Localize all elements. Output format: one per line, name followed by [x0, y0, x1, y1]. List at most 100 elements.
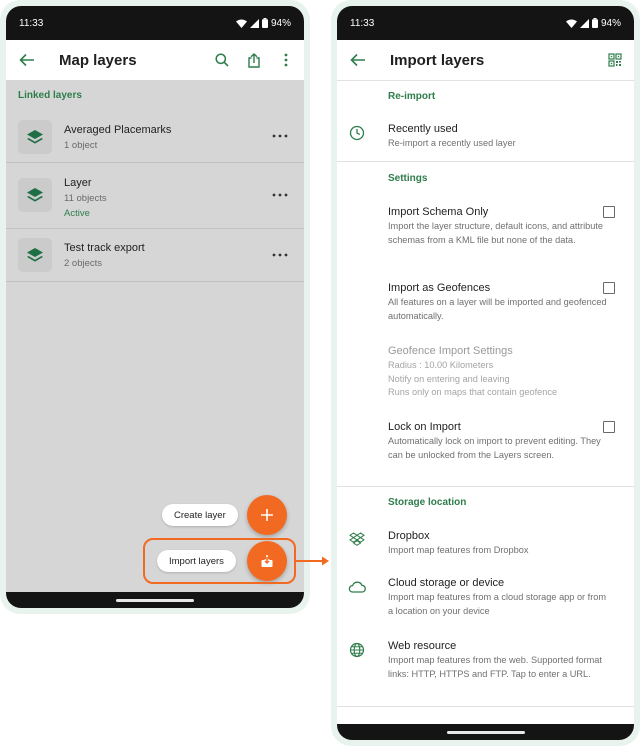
- top-app-bar: Map layers: [6, 40, 304, 80]
- more-vertical-icon: [284, 53, 288, 67]
- plus-icon: [261, 509, 273, 521]
- dropbox-item[interactable]: Dropbox Import map features from Dropbox: [388, 530, 610, 558]
- import-geofences-desc: All features on a layer will be imported…: [388, 297, 607, 321]
- page-title: Map layers: [59, 51, 137, 69]
- web-resource-item[interactable]: Web resource Import map features from th…: [388, 640, 610, 681]
- arrow-left-icon: [19, 53, 34, 67]
- recently-used-title: Recently used: [388, 123, 458, 135]
- layer-more-button[interactable]: [268, 245, 292, 265]
- layer-more-button[interactable]: [268, 126, 292, 146]
- dropbox-title: Dropbox: [388, 530, 430, 542]
- share-button[interactable]: [238, 40, 270, 80]
- battery-icon: [591, 18, 598, 28]
- dropbox-icon: [347, 529, 367, 549]
- signal-icon: [579, 18, 589, 28]
- battery-percent: 94%: [600, 17, 621, 29]
- more-horizontal-icon: [272, 253, 288, 257]
- import-geofences-checkbox[interactable]: [603, 282, 615, 294]
- status-bar: 11:33 94%: [337, 6, 634, 40]
- recently-used-item[interactable]: Recently used Re-import a recently used …: [388, 123, 610, 151]
- geofence-radius: Radius : 10.00 Kilometers: [388, 360, 494, 370]
- clock-icon: [347, 123, 367, 143]
- layer-row[interactable]: Layer 11 objects Active: [6, 163, 304, 229]
- import-geofences-item[interactable]: Import as Geofences All features on a la…: [388, 282, 610, 323]
- geofence-settings-item: Geofence Import Settings Radius : 10.00 …: [388, 345, 610, 400]
- search-icon: [215, 53, 229, 67]
- system-nav-bar: [337, 724, 634, 740]
- import-layers-highlight: [143, 538, 296, 584]
- geofence-settings-title: Geofence Import Settings: [388, 345, 513, 357]
- page-title: Import layers: [390, 51, 485, 69]
- section-reimport: Re-import: [388, 91, 436, 102]
- layer-active-status: Active: [64, 208, 90, 219]
- back-button[interactable]: [7, 40, 47, 80]
- share-icon: [248, 52, 260, 68]
- import-schema-desc: Import the layer structure, default icon…: [388, 221, 603, 245]
- wifi-icon: [565, 19, 577, 28]
- more-horizontal-icon: [272, 134, 288, 138]
- web-resource-title: Web resource: [388, 640, 457, 652]
- import-layers-screen: 11:33 94% Import layers Re-import Recent…: [337, 6, 634, 740]
- lock-import-checkbox[interactable]: [603, 421, 615, 433]
- search-button[interactable]: [206, 40, 238, 80]
- divider: [337, 486, 634, 487]
- create-layer-fab[interactable]: [247, 495, 287, 535]
- right-phone-frame: 11:33 94% Import layers Re-import Recent…: [331, 0, 640, 746]
- lock-import-item[interactable]: Lock on Import Automatically lock on imp…: [388, 421, 610, 462]
- map-layers-screen: 11:33 94% Map layers Linked layers Avera…: [6, 6, 304, 608]
- qr-code-icon: [608, 53, 622, 67]
- layers-icon: [18, 178, 52, 212]
- cloud-storage-item[interactable]: Cloud storage or device Import map featu…: [388, 577, 610, 618]
- status-bar: 11:33 94%: [6, 6, 304, 40]
- import-schema-title: Import Schema Only: [388, 206, 489, 218]
- import-geofences-title: Import as Geofences: [388, 282, 491, 294]
- import-options-list: Re-import Recently used Re-import a rece…: [337, 80, 634, 724]
- layer-row[interactable]: Test track export 2 objects: [6, 229, 304, 282]
- cloud-icon: [347, 577, 367, 597]
- import-schema-checkbox[interactable]: [603, 206, 615, 218]
- system-nav-bar: [6, 592, 304, 608]
- layer-more-button[interactable]: [268, 185, 292, 205]
- divider: [337, 706, 634, 707]
- create-layer-label[interactable]: Create layer: [162, 504, 238, 526]
- cloud-storage-title: Cloud storage or device: [388, 577, 505, 589]
- section-linked-layers: Linked layers: [18, 90, 82, 101]
- lock-import-desc: Automatically lock on import to prevent …: [388, 436, 601, 460]
- layer-name: Layer: [64, 177, 92, 189]
- left-phone-frame: 11:33 94% Map layers Linked layers Avera…: [0, 0, 310, 614]
- layer-count: 1 object: [64, 140, 98, 151]
- layer-name: Test track export: [64, 242, 145, 254]
- more-horizontal-icon: [272, 193, 288, 197]
- layers-icon: [18, 120, 52, 154]
- layer-count: 11 objects: [64, 193, 107, 204]
- back-button[interactable]: [338, 40, 378, 80]
- section-storage-location: Storage location: [388, 497, 467, 508]
- home-indicator[interactable]: [116, 598, 194, 602]
- web-resource-desc: Import map features from the web. Suppor…: [388, 655, 602, 679]
- dropbox-desc: Import map features from Dropbox: [388, 545, 529, 555]
- battery-icon: [261, 18, 268, 28]
- home-indicator[interactable]: [446, 730, 525, 734]
- layer-name: Averaged Placemarks: [64, 124, 172, 136]
- geofence-notify: Notify on entering and leaving: [388, 373, 510, 384]
- layers-icon: [18, 238, 52, 272]
- lock-import-title: Lock on Import: [388, 421, 461, 433]
- arrow-connector-icon: [296, 556, 329, 566]
- recently-used-desc: Re-import a recently used layer: [388, 138, 516, 148]
- status-time: 11:33: [350, 17, 375, 29]
- overflow-menu-button[interactable]: [270, 40, 302, 80]
- cloud-storage-desc: Import map features from a cloud storage…: [388, 592, 607, 616]
- arrow-left-icon: [350, 53, 365, 67]
- layer-count: 2 objects: [64, 258, 103, 269]
- wifi-icon: [235, 19, 247, 28]
- globe-icon: [347, 640, 367, 660]
- section-settings: Settings: [388, 173, 428, 184]
- layer-row[interactable]: Averaged Placemarks 1 object: [6, 110, 304, 163]
- import-schema-item[interactable]: Import Schema Only Import the layer stru…: [388, 206, 610, 247]
- geofence-runs: Runs only on maps that contain geofence: [388, 387, 558, 397]
- divider: [337, 161, 634, 162]
- battery-percent: 94%: [270, 17, 291, 29]
- signal-icon: [249, 18, 259, 28]
- qr-scan-button[interactable]: [599, 40, 631, 80]
- status-time: 11:33: [19, 17, 44, 29]
